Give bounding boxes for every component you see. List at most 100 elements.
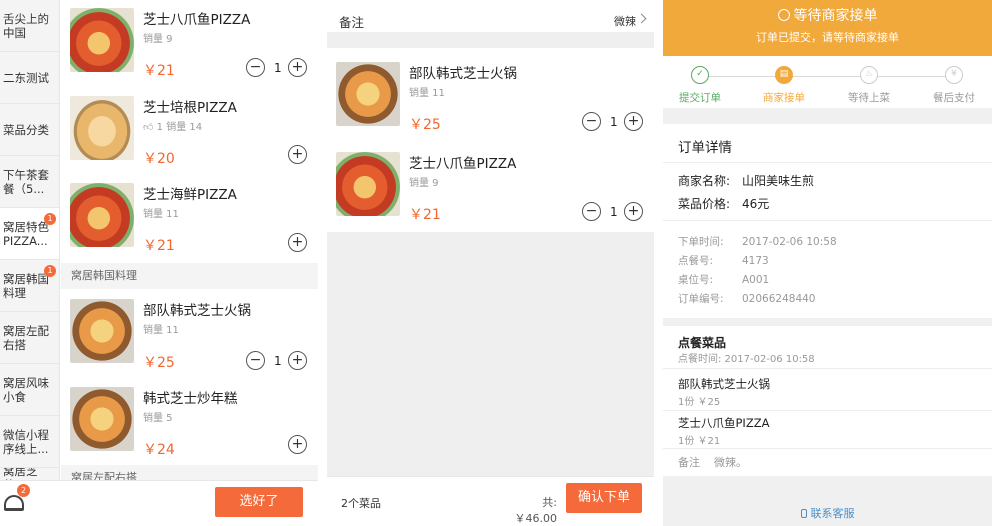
dish-image	[336, 152, 400, 216]
order-remark-value: 微辣。	[714, 456, 747, 469]
category-item-pizza[interactable]: 窝居特色PIZZA... 1	[0, 208, 59, 260]
dish-icon: ♨	[860, 66, 878, 84]
dish-quantity: 1	[274, 61, 282, 75]
step-submit: ✓ 提交订单	[665, 66, 735, 105]
merchant-key: 商家名称:	[678, 174, 731, 188]
dish-item: 韩式芝士炒年糕 销量 5 ￥24 +	[61, 379, 318, 465]
plus-button[interactable]: +	[288, 435, 307, 454]
smile-icon	[777, 9, 790, 21]
plus-button[interactable]: +	[624, 202, 643, 221]
merchant-value: 山阳美味生煎	[742, 174, 815, 188]
divider	[663, 220, 992, 221]
phone-icon	[800, 509, 807, 518]
dish-price: ￥21	[143, 238, 175, 254]
table-row: 桌位号: A001	[678, 272, 769, 287]
minus-button[interactable]: −	[246, 58, 265, 77]
dish-name: 部队韩式芝士火锅	[409, 66, 517, 82]
remark-row[interactable]: 备注 微辣	[327, 0, 654, 40]
status-subtitle: 订单已提交，请等待商家接单	[756, 31, 899, 44]
table-key: 桌位号:	[678, 274, 714, 286]
order-time-value: 2017-02-06 10:58	[742, 236, 837, 248]
category-item[interactable]: 菜品分类	[0, 104, 59, 156]
contact-service[interactable]: 联系客服	[663, 476, 992, 526]
confirm-screen: 备注 微辣 部队韩式芝士火锅 销量 11 ￥25 − 1 + 芝士八爪鱼PIZZ…	[327, 0, 654, 526]
dish-sales: 销量 5	[143, 413, 173, 424]
order-number-value: 4173	[742, 255, 769, 267]
category-item[interactable]: 窝居风味小食	[0, 364, 59, 416]
category-item[interactable]: 舌尖上的中国	[0, 0, 59, 52]
dish-name: 芝士八爪鱼PIZZA	[143, 12, 251, 28]
minus-button[interactable]: −	[246, 351, 265, 370]
step-serve: ♨ 等待上菜	[834, 66, 904, 105]
order-status-screen: 等待商家接单 订单已提交，请等待商家接单 ✓ 提交订单 ▤ 商家接单 ♨ 等待上…	[663, 0, 992, 526]
dish-name: 芝士八爪鱼PIZZA	[409, 156, 517, 172]
dish-quantity: 1	[274, 354, 282, 368]
plus-button[interactable]: +	[288, 233, 307, 252]
order-time-row: 下单时间: 2017-02-06 10:58	[678, 234, 837, 249]
minus-button[interactable]: −	[582, 202, 601, 221]
section-title: 窝居韩国料理	[61, 263, 318, 289]
minus-button[interactable]: −	[582, 112, 601, 131]
category-badge: 1	[44, 265, 56, 277]
confirm-bar: 2个菜品 共:￥46.00 确认下单	[327, 476, 654, 526]
dish-likes: 1	[156, 122, 164, 133]
dish-sales: 销量 11	[143, 325, 179, 336]
plus-button[interactable]: +	[288, 145, 307, 164]
dish-price: ￥21	[143, 63, 175, 79]
dish-quantity: 1	[610, 115, 618, 129]
dish-quantity: 1	[610, 205, 618, 219]
cart-badge: 2	[17, 484, 30, 497]
contact-service-label: 联系客服	[810, 507, 855, 520]
dish-price: ￥24	[143, 442, 175, 458]
progress-steps: ✓ 提交订单 ▤ 商家接单 ♨ 等待上菜 ¥ 餐后支付	[663, 56, 992, 116]
dish-item: 芝士海鲜PIZZA 销量 11 ￥21 +	[61, 175, 318, 263]
contact-service-link[interactable]: 联系客服	[663, 505, 992, 521]
cart-icon[interactable]	[4, 495, 24, 511]
dish-item: 芝士培根PIZZA 👍︎ 1 销量 14 ￥20 +	[61, 88, 318, 175]
category-item[interactable]: 二东测试	[0, 52, 59, 104]
category-item[interactable]: 微信小程序线上...	[0, 416, 59, 468]
dish-name: 芝士培根PIZZA	[143, 100, 237, 116]
cart-bar: 2 选好了	[0, 480, 318, 526]
plus-button[interactable]: +	[624, 112, 643, 131]
dish-name: 芝士海鲜PIZZA	[143, 187, 237, 203]
category-label: 窝居左配右搭	[3, 323, 49, 352]
order-item-list: 部队韩式芝士火锅 销量 11 ￥25 − 1 + 芝士八爪鱼PIZZA 销量 9…	[327, 48, 654, 232]
serial-value: 02066248440	[742, 293, 816, 305]
merchant-row: 商家名称: 山阳美味生煎	[678, 172, 814, 189]
thumb-up-icon: 👍︎	[143, 122, 154, 133]
category-label: 微信小程序线上...	[3, 427, 49, 456]
dish-image	[70, 387, 134, 451]
confirm-order-button[interactable]: 确认下单	[566, 483, 642, 513]
category-item-korean[interactable]: 窝居韩国料理 1	[0, 260, 59, 312]
order-remark-key: 备注	[678, 456, 700, 469]
yuan-icon: ¥	[945, 66, 963, 84]
plus-button[interactable]: +	[288, 351, 307, 370]
dish-price: ￥20	[143, 151, 175, 167]
order-item: 部队韩式芝士火锅 销量 11 ￥25 − 1 +	[327, 48, 654, 140]
category-item[interactable]: 窝居左配右搭	[0, 312, 59, 364]
price-value: 46元	[742, 197, 770, 211]
order-number-key: 点餐号:	[678, 255, 714, 267]
divider	[663, 162, 992, 163]
ordered-dish-sub: 1份 ￥25	[678, 397, 721, 408]
price-key: 菜品价格:	[678, 197, 731, 211]
category-label: 菜品分类	[3, 122, 49, 137]
category-label: 窝居风味小食	[3, 375, 49, 404]
dish-name: 部队韩式芝士火锅	[143, 303, 251, 319]
category-label: 下午茶套餐（5...	[3, 167, 49, 196]
dish-item: 芝士八爪鱼PIZZA 销量 9 ￥21 − 1 +	[61, 0, 318, 88]
category-item[interactable]: 下午茶套餐（5...	[0, 156, 59, 208]
price-row: 菜品价格: 46元	[678, 195, 769, 212]
serial-row: 订单编号: 02066248440	[678, 291, 816, 306]
choose-button[interactable]: 选好了	[215, 487, 303, 517]
status-header: 等待商家接单 订单已提交，请等待商家接单	[663, 0, 992, 56]
table-value: A001	[742, 274, 770, 286]
ordered-dish-name: 芝士八爪鱼PIZZA	[678, 416, 770, 430]
order-time-key: 下单时间:	[678, 236, 724, 248]
step-accept: ▤ 商家接单	[749, 66, 819, 105]
plus-button[interactable]: +	[288, 58, 307, 77]
step-label: 餐后支付	[933, 92, 975, 104]
order-remark: 备注 微辣。	[678, 454, 747, 470]
item-count: 2个菜品	[341, 497, 381, 510]
